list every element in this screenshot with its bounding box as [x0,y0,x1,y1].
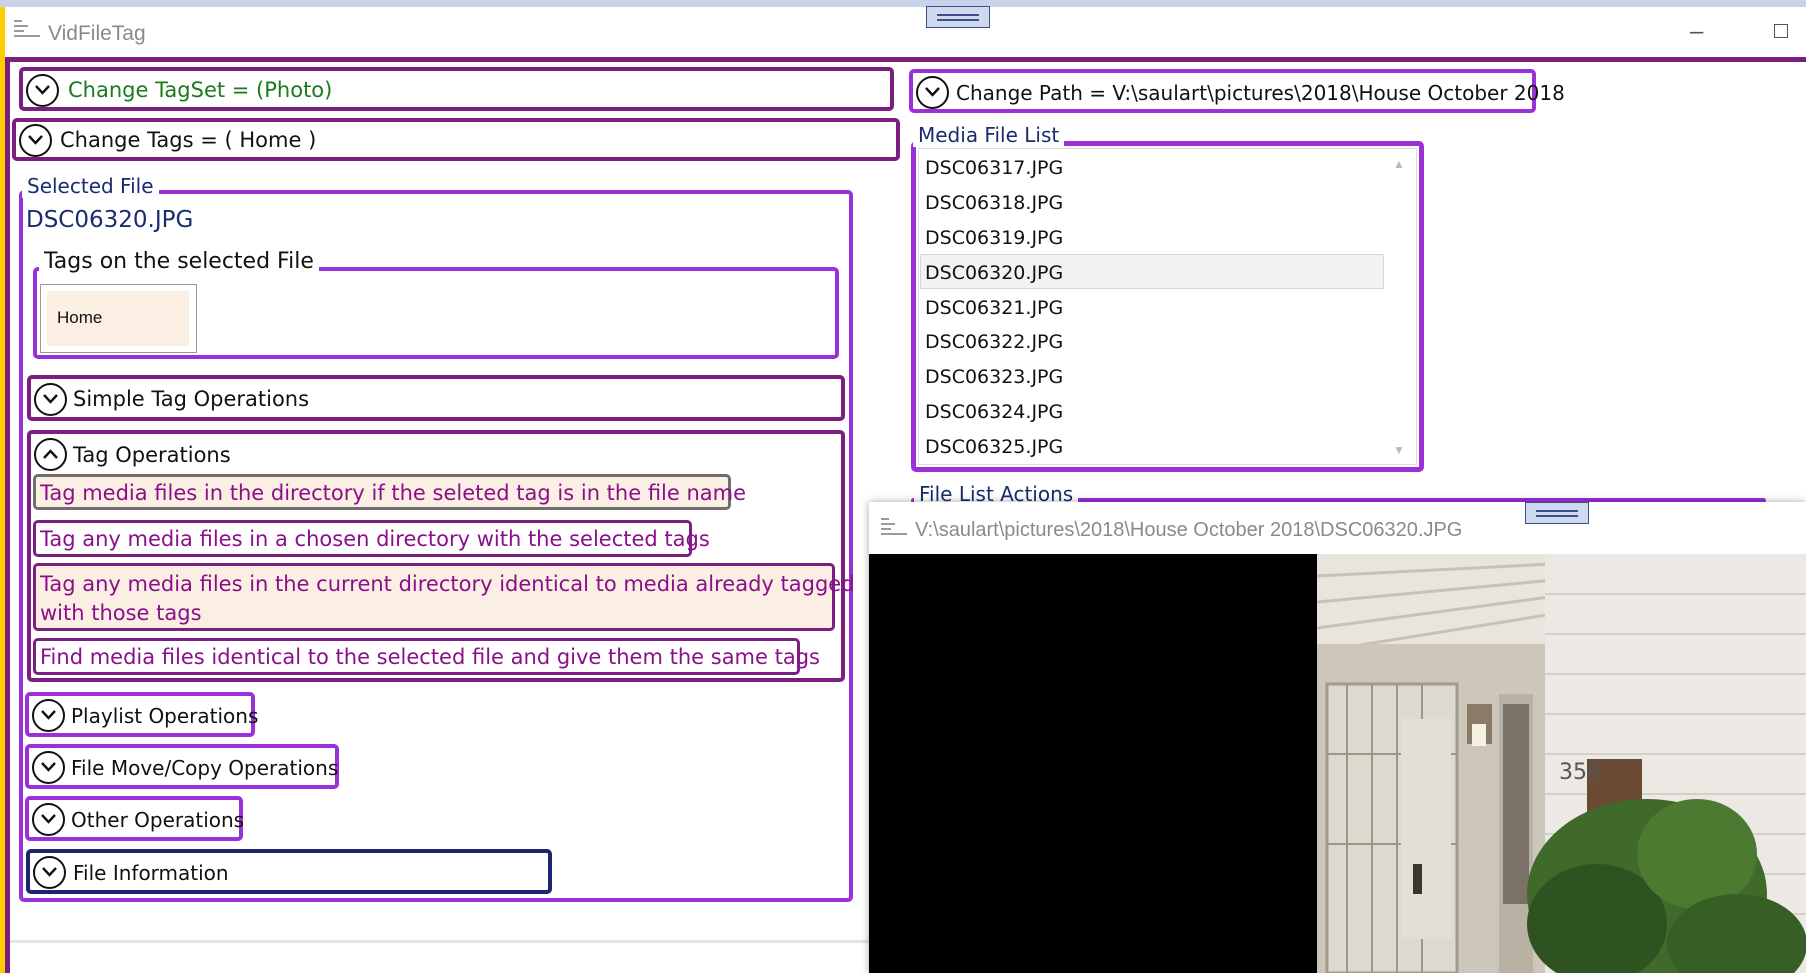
list-item[interactable]: DSC06319.JPG [925,227,1063,249]
chevron-down-icon[interactable] [26,74,59,107]
change-tags-label: Change Tags = ( Home ) [60,128,317,152]
window-frame-left [5,57,10,973]
window-title: VidFileTag [48,22,146,45]
list-item-selected[interactable]: DSC06320.JPG [925,262,1063,284]
app-icon [881,516,907,536]
chevron-down-icon[interactable] [34,383,67,416]
file-move-ops-label: File Move/Copy Operations [71,756,339,780]
house-number: 358 [1559,760,1601,785]
tag-op-by-filename-label: Tag media files in the directory if the … [40,481,747,505]
change-tags-expander[interactable]: Change Tags = ( Home ) [12,118,900,161]
other-ops-expander[interactable]: Other Operations [25,796,245,841]
chevron-down-icon[interactable] [32,803,65,836]
list-item[interactable]: DSC06324.JPG [925,401,1063,423]
simple-tag-ops-expander[interactable]: Simple Tag Operations [27,375,845,421]
minimize-icon[interactable]: – [1690,18,1703,46]
change-tagset-expander[interactable]: Change TagSet = (Photo) [19,67,894,111]
chevron-down-icon[interactable] [32,751,65,784]
selected-file-name: DSC06320.JPG [26,207,194,233]
tag-ops-label: Tag Operations [73,443,231,467]
title-bar[interactable] [5,7,1806,58]
list-item[interactable]: DSC06317.JPG [925,157,1063,179]
tag-op-identical-line2: with those tags [40,601,202,625]
chevron-down-icon[interactable] [916,76,949,109]
image-letterbox [869,554,1317,973]
chevron-down-icon[interactable] [19,124,52,157]
drag-handle-icon[interactable] [926,6,990,28]
simple-tag-ops-label: Simple Tag Operations [73,387,310,411]
media-file-list-label: Media File List [913,123,1065,147]
house-photo: 358 [1317,554,1806,973]
change-tagset-label: Change TagSet = (Photo) [68,78,333,102]
tag-op-chosen-directory-label: Tag any media files in a chosen director… [40,527,710,551]
tag-op-chosen-directory[interactable]: Tag any media files in a chosen director… [33,520,710,557]
other-ops-label: Other Operations [71,808,245,832]
chevron-down-icon[interactable] [32,699,65,732]
selected-file-group-label: Selected File [22,174,159,198]
chevron-up-icon[interactable] [34,438,67,471]
horizontal-separator [10,940,870,943]
tag-op-find-identical-label: Find media files identical to the select… [40,645,820,669]
list-item[interactable]: DSC06323.JPG [925,366,1063,388]
viewer-title: V:\saulart\pictures\2018\House October 2… [915,519,1463,541]
change-path-label: Change Path = V:\saulart\pictures\2018\H… [956,81,1565,105]
playlist-ops-label: Playlist Operations [71,704,259,728]
maximize-icon[interactable] [1774,24,1788,38]
desktop-strip [0,0,1806,7]
file-move-ops-expander[interactable]: File Move/Copy Operations [25,744,339,789]
tag-op-by-filename[interactable]: Tag media files in the directory if the … [33,474,746,510]
tag-op-find-identical[interactable]: Find media files identical to the select… [33,638,820,675]
chevron-down-icon[interactable] [33,856,66,889]
tag-chip-label: Home [57,308,103,327]
app-icon [14,18,40,38]
tag-op-identical-line1: Tag any media files in the current direc… [40,572,855,596]
change-path-expander[interactable]: Change Path = V:\saulart\pictures\2018\H… [909,69,1565,113]
file-info-expander[interactable]: File Information [26,849,552,894]
list-item[interactable]: DSC06325.JPG [925,436,1063,458]
list-item[interactable]: DSC06318.JPG [925,192,1063,214]
drag-handle-icon[interactable] [1525,502,1589,524]
scroll-down-icon[interactable]: ▼ [1393,443,1405,457]
tags-on-file-label: Tags on the selected File [39,249,319,274]
scroll-up-icon[interactable]: ▲ [1393,157,1405,171]
file-info-label: File Information [73,861,229,885]
window-frame-top [5,57,1806,62]
list-item[interactable]: DSC06321.JPG [925,297,1063,319]
list-item[interactable]: DSC06322.JPG [925,331,1063,353]
tag-op-identical-in-directory[interactable]: Tag any media files in the current direc… [33,563,855,631]
playlist-ops-expander[interactable]: Playlist Operations [25,692,259,737]
